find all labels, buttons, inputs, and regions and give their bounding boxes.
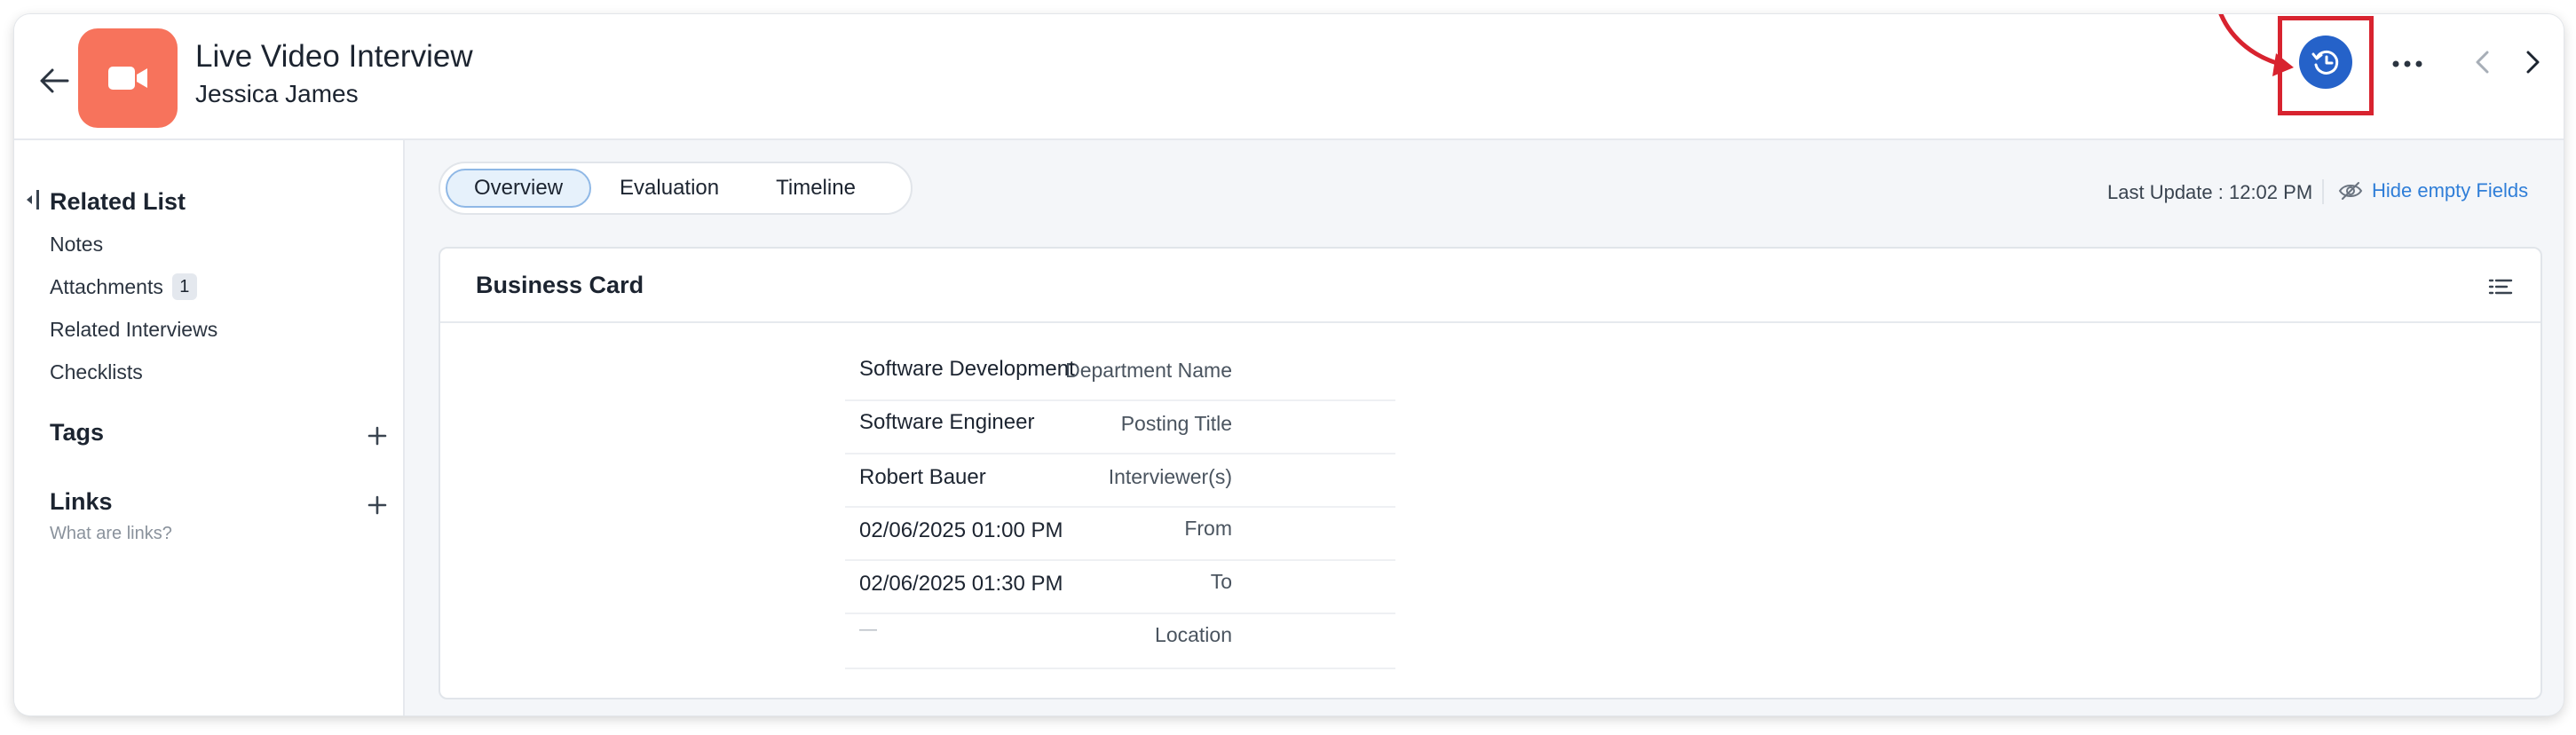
field-divider	[845, 668, 1395, 669]
card-title: Business Card	[476, 272, 644, 298]
video-camera-icon	[108, 67, 147, 90]
field-value-location: —	[859, 620, 877, 639]
more-horizontal-icon	[2392, 60, 2422, 67]
field-divider	[845, 559, 1395, 561]
record-header: Live Video Interview Jessica James	[14, 14, 2564, 140]
field-value-from: 02/06/2025 01:00 PM	[859, 518, 1063, 542]
sidebar-item-label: Related Interviews	[50, 318, 218, 341]
field-value-interviewers: Robert Bauer	[859, 465, 986, 489]
page-subtitle: Jessica James	[195, 80, 359, 107]
field-divider	[845, 453, 1395, 454]
more-options-button[interactable]	[2382, 46, 2432, 82]
history-clock-icon	[2311, 50, 2339, 75]
card-header: Business Card	[440, 249, 2540, 323]
collapse-sidebar-icon[interactable]	[23, 188, 43, 211]
sidebar-item-checklists[interactable]: Checklists	[50, 360, 143, 384]
chevron-right-icon	[2526, 51, 2540, 74]
arrow-left-icon	[40, 68, 69, 93]
sidebar-item-notes[interactable]: Notes	[50, 233, 103, 257]
links-hint[interactable]: What are links?	[50, 524, 172, 544]
business-card-section: Business Card Department Name Software D…	[439, 247, 2542, 699]
hide-empty-fields-button[interactable]: Hide empty Fields	[2338, 179, 2528, 202]
sidebar-item-related-interviews[interactable]: Related Interviews	[50, 318, 217, 342]
attachments-count-badge: 1	[171, 273, 197, 300]
sidebar-item-label: Attachments	[50, 274, 163, 298]
toolbar-divider	[2322, 179, 2324, 204]
last-update-text: Last Update : 12:02 PM	[2107, 181, 2313, 203]
add-tag-plus-icon[interactable]	[364, 423, 391, 449]
field-value-to: 02/06/2025 01:30 PM	[859, 572, 1063, 596]
related-list-heading: Related List	[50, 188, 186, 215]
add-link-plus-icon[interactable]	[364, 492, 391, 518]
record-avatar	[78, 28, 178, 128]
field-label-location: Location	[1155, 623, 1232, 646]
previous-record-button[interactable]	[2464, 43, 2500, 82]
sidebar-item-label: Checklists	[50, 360, 143, 383]
next-record-button[interactable]	[2516, 43, 2551, 82]
record-tabs: Overview Evaluation Timeline	[439, 162, 913, 215]
field-value-posting-title: Software Engineer	[859, 410, 1035, 434]
tags-heading: Tags	[50, 419, 105, 446]
field-divider	[845, 506, 1395, 508]
field-divider	[845, 612, 1395, 614]
tab-overview[interactable]: Overview	[446, 169, 592, 208]
record-window: Live Video Interview Jessica James Relat…	[14, 14, 2564, 715]
section-menu-icon[interactable]	[2487, 273, 2514, 300]
eye-off-icon	[2338, 182, 2363, 200]
field-divider	[845, 399, 1395, 401]
history-button[interactable]	[2299, 36, 2352, 89]
page-title: Live Video Interview	[195, 39, 473, 74]
tab-timeline[interactable]: Timeline	[747, 169, 884, 208]
sidebar-item-label: Notes	[50, 233, 104, 256]
chevron-left-icon	[2476, 51, 2489, 74]
hide-empty-fields-label: Hide empty Fields	[2372, 179, 2529, 202]
links-heading: Links	[50, 488, 113, 515]
sidebar-item-attachments[interactable]: Attachments 1	[50, 273, 197, 300]
back-button[interactable]	[34, 60, 75, 101]
related-list-sidebar: Related List Notes Attachments 1 Related…	[14, 140, 405, 715]
field-value-department-name: Software Development	[859, 357, 1075, 381]
tab-evaluation[interactable]: Evaluation	[591, 169, 747, 208]
